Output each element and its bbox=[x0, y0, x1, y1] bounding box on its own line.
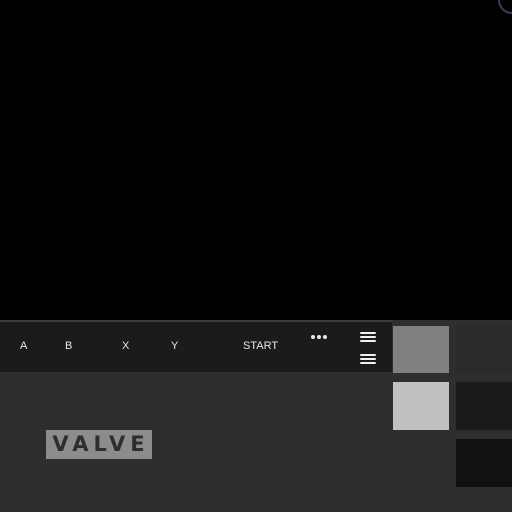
menu-line bbox=[360, 336, 376, 338]
game-screen bbox=[0, 0, 512, 320]
corner-arc bbox=[498, 0, 512, 14]
hamburger-menu-icon[interactable] bbox=[360, 332, 376, 343]
button-x[interactable]: X bbox=[122, 339, 129, 353]
more-dots-icon[interactable] bbox=[310, 332, 328, 342]
menu-line bbox=[360, 358, 376, 360]
swatch-dark-gray[interactable] bbox=[456, 326, 512, 373]
menu-line bbox=[360, 354, 376, 356]
hamburger-menu-icon[interactable] bbox=[360, 354, 376, 365]
button-a[interactable]: A bbox=[20, 339, 27, 353]
swatch-light-gray[interactable] bbox=[393, 382, 449, 430]
swatch-gray[interactable] bbox=[393, 326, 449, 373]
menu-line bbox=[360, 362, 376, 364]
swatch-near-black[interactable] bbox=[456, 382, 512, 430]
button-y[interactable]: Y bbox=[171, 339, 178, 353]
dot bbox=[323, 335, 327, 339]
swatch-black[interactable] bbox=[456, 439, 512, 487]
menu-line bbox=[360, 340, 376, 342]
button-b[interactable]: B bbox=[65, 339, 72, 353]
menu-line bbox=[360, 332, 376, 334]
dot bbox=[311, 335, 315, 339]
start-button[interactable]: START bbox=[243, 339, 278, 353]
dot bbox=[317, 335, 321, 339]
valve-logo: VALVE bbox=[46, 430, 152, 459]
controller-button-bar: A B X Y START bbox=[0, 320, 392, 372]
